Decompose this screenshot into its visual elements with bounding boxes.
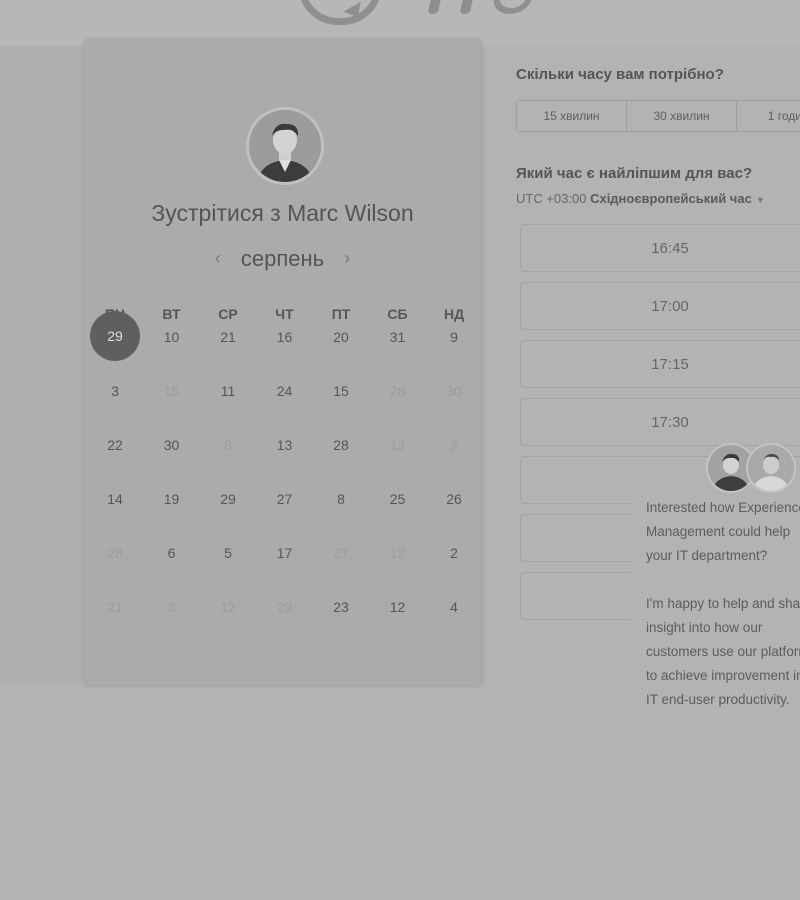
- calendar-day: 30: [446, 383, 462, 399]
- calendar-day[interactable]: 5: [200, 545, 256, 561]
- calendar-day[interactable]: 13: [257, 437, 313, 453]
- calendar-day[interactable]: 9: [426, 329, 482, 345]
- calendar-day[interactable]: 19: [144, 491, 200, 507]
- month-navigator: ‹ серпень ›: [84, 246, 481, 272]
- calendar-day[interactable]: 6: [144, 545, 200, 561]
- weekday-header: НД: [443, 306, 465, 322]
- weekday-header: ПТ: [331, 306, 351, 322]
- calendar-day[interactable]: 14: [87, 491, 143, 507]
- calendar-day[interactable]: 11: [200, 383, 256, 399]
- timezone-name: Східноєвропейський час: [590, 191, 752, 206]
- calendar-day[interactable]: 22: [87, 437, 143, 453]
- calendar-day[interactable]: 31: [370, 329, 426, 345]
- calendar-day[interactable]: 20: [313, 329, 369, 345]
- calendar-day: 8: [224, 437, 232, 453]
- calendar-day[interactable]: 3: [87, 383, 143, 399]
- calendar-day[interactable]: 2: [426, 545, 482, 561]
- calendar-day-selected[interactable]: 29: [90, 311, 140, 361]
- agent-avatar-2: [746, 443, 796, 493]
- calendar-day[interactable]: 12: [370, 599, 426, 615]
- chat-message: Interested how Experience Management cou…: [646, 500, 800, 707]
- timezone-selector[interactable]: UTC +03:00 Східноєвропейський час ▼: [516, 191, 765, 206]
- weekday-header: ВТ: [162, 306, 181, 322]
- duration-option[interactable]: 1 година: [737, 101, 800, 131]
- calendar-day[interactable]: 21: [200, 329, 256, 345]
- calendar-day[interactable]: 10: [144, 329, 200, 345]
- calendar-day[interactable]: 16: [257, 329, 313, 345]
- calendar-day: 12: [389, 545, 406, 561]
- calendar-day[interactable]: 28: [313, 437, 369, 453]
- calendar-day[interactable]: 25: [370, 491, 426, 507]
- timeslot-button[interactable]: 17:30: [520, 398, 800, 446]
- calendar-day: 29: [276, 599, 293, 615]
- chevron-right-icon[interactable]: ›: [344, 248, 350, 269]
- meeting-title: Зустрітися з Marc Wilson: [151, 200, 414, 226]
- calendar-day[interactable]: 24: [257, 383, 313, 399]
- timezone-offset: UTC +03:00: [516, 191, 587, 206]
- calendar-day: 28: [389, 383, 406, 399]
- host-avatar: [246, 107, 324, 185]
- weekday-header: СБ: [387, 306, 408, 322]
- calendar-day[interactable]: 4: [426, 599, 482, 615]
- duration-option[interactable]: 30 хвилин: [627, 101, 737, 131]
- timeslot-button[interactable]: 17:00: [520, 282, 800, 330]
- timeslot-button[interactable]: 17:15: [520, 340, 800, 388]
- duration-option[interactable]: 15 хвилин: [517, 101, 627, 131]
- calendar-day[interactable]: 15: [313, 383, 369, 399]
- calendar-day[interactable]: 23: [313, 599, 369, 615]
- calendar-day: 2: [450, 437, 458, 453]
- weekday-header: СР: [218, 306, 238, 322]
- chevron-left-icon[interactable]: ‹: [215, 248, 221, 269]
- calendar-day: 28: [107, 545, 123, 561]
- calendar-day: 13: [389, 437, 406, 453]
- calendar-day[interactable]: 27: [257, 491, 313, 507]
- calendar-day[interactable]: 26: [426, 491, 482, 507]
- calendar-day: 27: [333, 545, 349, 561]
- weekday-header: ЧТ: [275, 306, 294, 322]
- duration-question: Скільки часу вам потрібно?: [516, 66, 724, 83]
- time-question: Який час є найліпшим для вас?: [516, 165, 753, 182]
- calendar-day[interactable]: 8: [313, 491, 369, 507]
- calendar-day: 3: [167, 599, 176, 615]
- timeslot-button[interactable]: 16:45: [520, 224, 800, 272]
- calendar-day: 15: [163, 383, 180, 399]
- duration-selector: 15 хвилин30 хвилин1 година: [516, 100, 800, 132]
- calendar-day[interactable]: 30: [144, 437, 200, 453]
- calendar-day[interactable]: 17: [257, 545, 313, 561]
- calendar-day: 21: [107, 599, 123, 615]
- month-label: серпень: [240, 246, 325, 271]
- calendar-day: 12: [220, 599, 236, 615]
- caret-down-icon: ▼: [755, 195, 765, 205]
- calendar-day[interactable]: 29: [200, 491, 256, 507]
